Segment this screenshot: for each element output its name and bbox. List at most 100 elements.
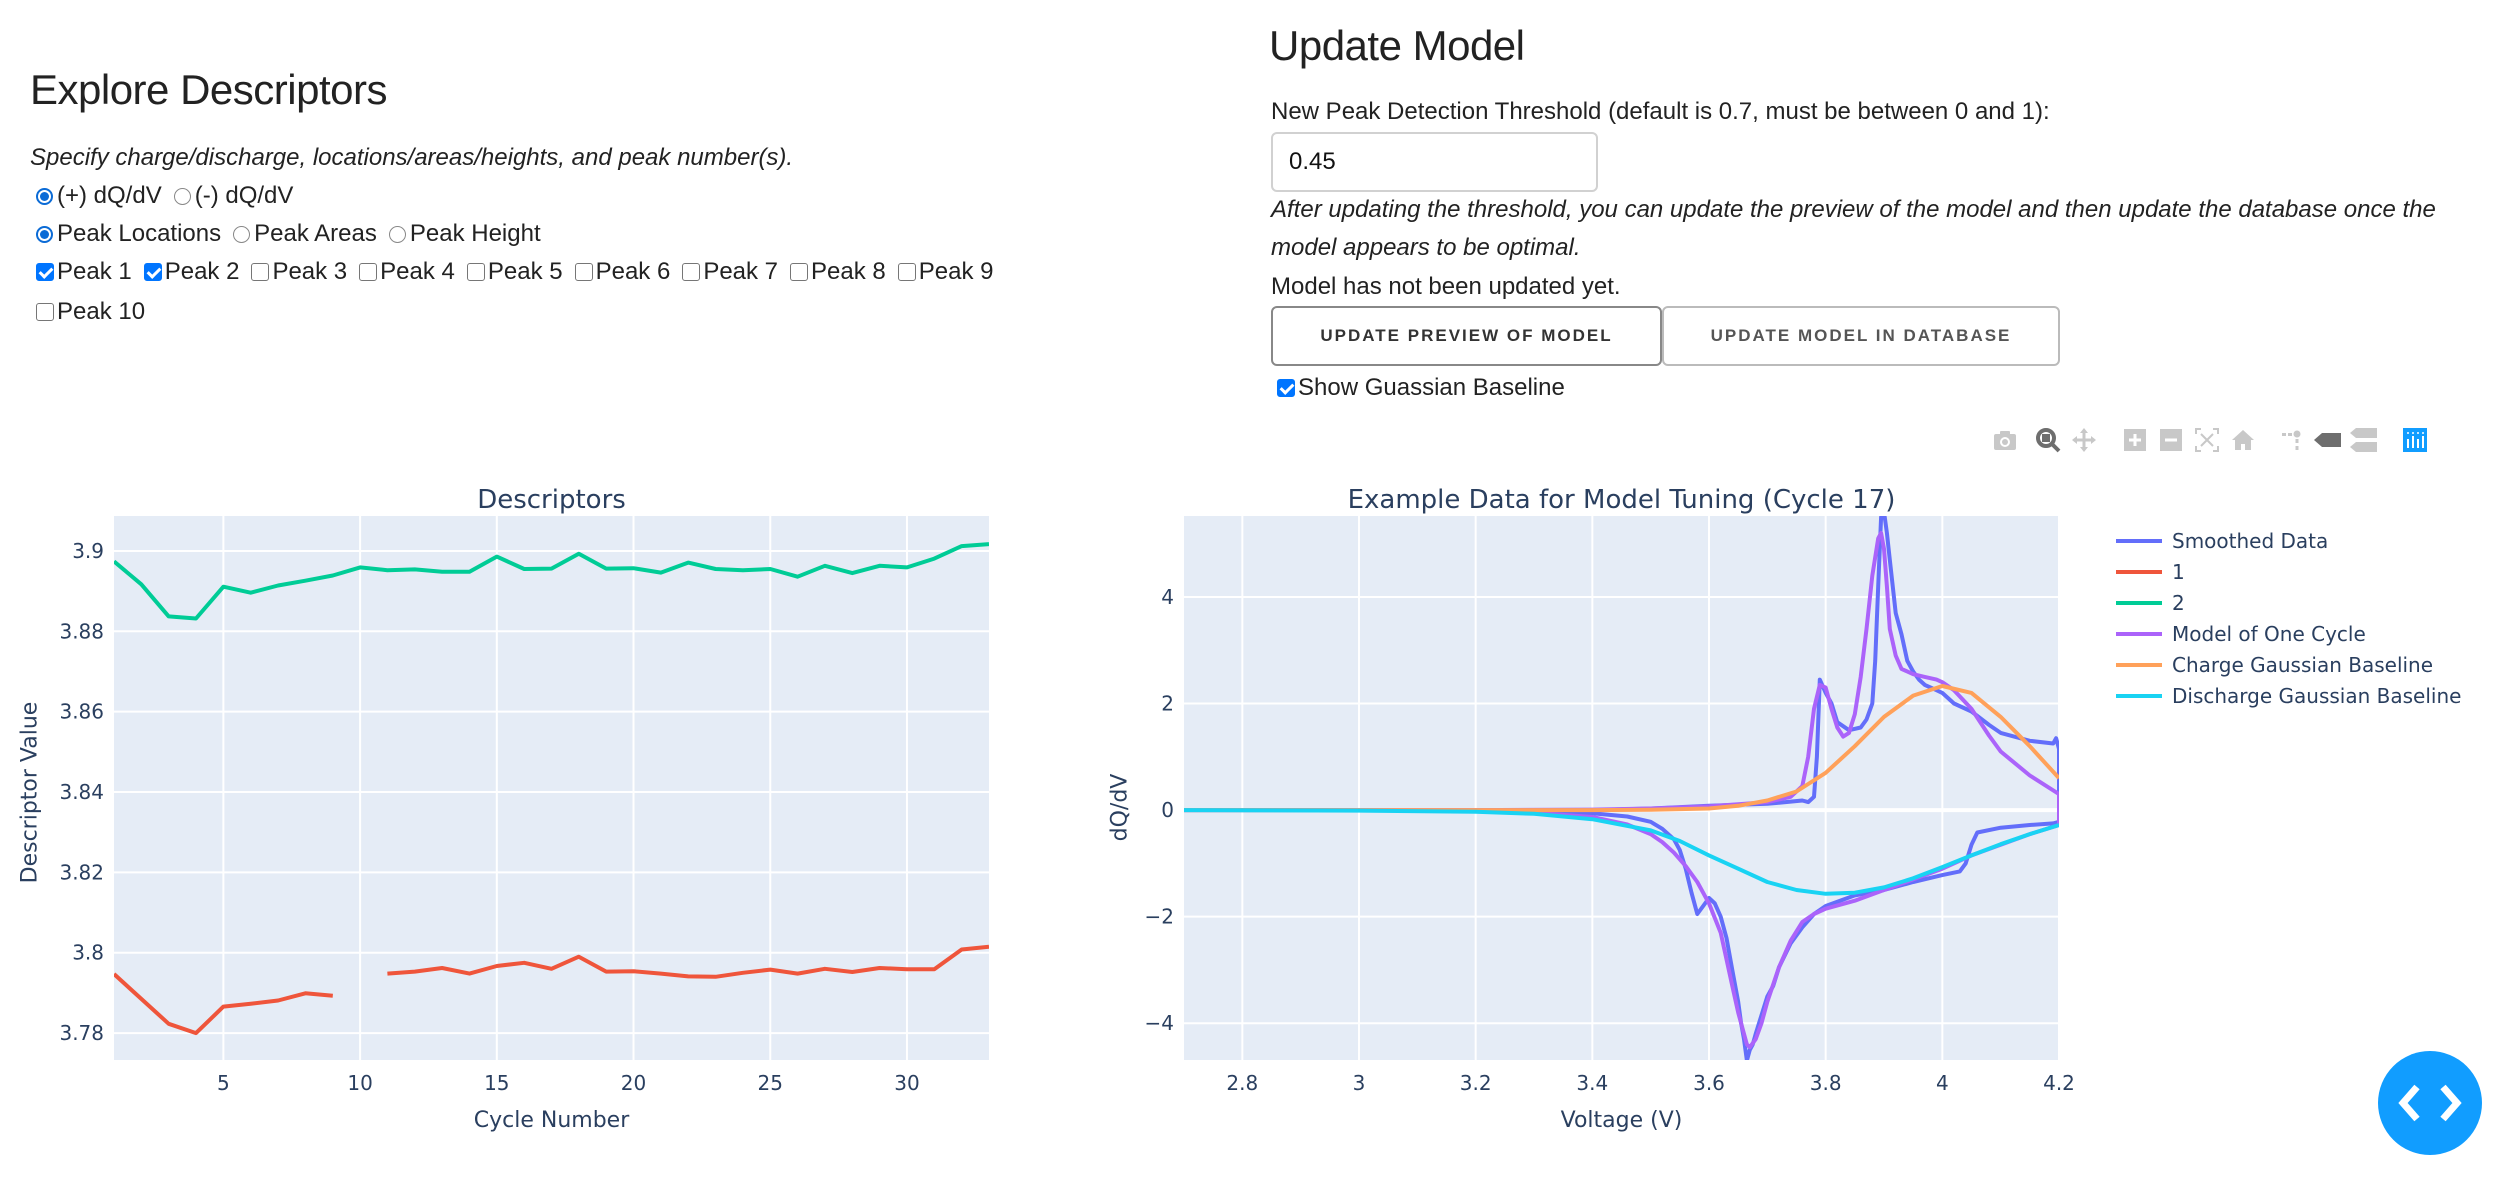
- legend-item[interactable]: Smoothed Data: [2116, 525, 2461, 556]
- checkbox-control[interactable]: [466, 263, 485, 281]
- legend-item[interactable]: Discharge Gaussian Baseline: [2116, 680, 2461, 711]
- spike-lines-icon[interactable]: [2277, 425, 2307, 455]
- legend-item[interactable]: 2: [2116, 587, 2461, 618]
- radio-negative-dqdv-control[interactable]: [173, 187, 191, 205]
- legend-swatch: [2116, 600, 2162, 605]
- legend-swatch: [2116, 631, 2162, 636]
- example-data-chart: Example Data for Model Tuning (Cycle 17)…: [1090, 470, 2510, 1184]
- legend-item[interactable]: Charge Gaussian Baseline: [2116, 649, 2461, 680]
- checkbox-control[interactable]: [897, 263, 916, 281]
- explore-descriptors-panel: Explore Descriptors: [30, 66, 387, 114]
- y-tick-label: 2: [1161, 692, 1174, 716]
- checkbox-control[interactable]: [1277, 379, 1295, 397]
- hover-compare-icon[interactable]: [2349, 425, 2379, 455]
- checkbox-label: Peak 8: [811, 258, 886, 285]
- checkbox-peak-9[interactable]: Peak 9: [892, 253, 994, 291]
- radio-label: (-) dQ/dV: [194, 182, 294, 209]
- radio-label: Peak Areas: [254, 220, 377, 247]
- plot-background: [114, 516, 989, 1060]
- zoom-icon[interactable]: [2033, 425, 2063, 455]
- descriptors-plot[interactable]: 5 10 15 20 25 30 3.78 3.8 3.82 3.84 3.86 3.88 3.9: [0, 470, 1090, 1184]
- checkbox-control[interactable]: [682, 263, 701, 281]
- checkbox-label: Peak 1: [57, 258, 132, 285]
- y-tick-label: 0: [1161, 798, 1174, 822]
- radio-label: (+) dQ/dV: [57, 182, 162, 209]
- checkbox-label: Peak 7: [703, 258, 779, 285]
- checkbox-label: Peak 3: [272, 258, 348, 285]
- autoscale-icon[interactable]: [2192, 425, 2222, 455]
- dev-tools-button[interactable]: [2378, 1051, 2482, 1155]
- legend-label: 2: [2172, 590, 2185, 615]
- checkbox-peak-1[interactable]: Peak 1: [30, 253, 132, 291]
- radio-peak-areas-control[interactable]: [233, 225, 251, 243]
- radio-positive-dqdv-control[interactable]: [36, 187, 53, 205]
- threshold-label: New Peak Detection Threshold (default is…: [1271, 98, 2050, 125]
- checkbox-control[interactable]: [36, 263, 54, 281]
- hover-closest-icon[interactable]: [2313, 425, 2343, 455]
- y-tick-label: −4: [1145, 1011, 1174, 1035]
- radio-peak-height-control[interactable]: [388, 225, 406, 243]
- x-tick-label: 15: [484, 1071, 509, 1095]
- reset-axes-icon[interactable]: [2228, 425, 2258, 455]
- x-tick-label: 20: [621, 1071, 646, 1095]
- y-tick-label: 3.8: [72, 941, 104, 965]
- update-model-title: Update Model: [1269, 22, 1525, 69]
- descriptor-radio-group: Peak Locations Peak Areas Peak Height: [30, 215, 547, 255]
- example-data-plot[interactable]: 2.8 3 3.2 3.4 3.6 3.8 4 4.2 −4 −2 0 2 4: [1090, 470, 2090, 1184]
- zoom-out-icon[interactable]: [2156, 425, 2186, 455]
- radio-peak-locations[interactable]: Peak Locations: [30, 215, 221, 253]
- checkbox-label: Peak 10: [57, 298, 146, 325]
- update-database-button[interactable]: UPDATE MODEL IN DATABASE: [1662, 306, 2060, 366]
- checkbox-control[interactable]: [143, 263, 162, 281]
- zoom-in-icon[interactable]: [2120, 425, 2150, 455]
- legend-item[interactable]: 1: [2116, 556, 2461, 587]
- x-tick-label: 2.8: [1226, 1071, 1258, 1095]
- checkbox-peak-5[interactable]: Peak 5: [461, 253, 563, 291]
- legend-item[interactable]: Model of One Cycle: [2116, 618, 2461, 649]
- checkbox-control[interactable]: [36, 303, 54, 321]
- radio-peak-locations-control[interactable]: [36, 225, 53, 243]
- checkbox-label: Peak 9: [918, 258, 994, 285]
- show-baseline-checkbox[interactable]: Show Guassian Baseline: [1271, 369, 1565, 407]
- plotly-logo-icon[interactable]: [2400, 425, 2430, 455]
- checkbox-peak-8[interactable]: Peak 8: [784, 253, 886, 291]
- checkbox-control[interactable]: [251, 263, 270, 281]
- radio-peak-height[interactable]: Peak Height: [383, 215, 541, 253]
- y-tick-label: 3.86: [59, 700, 104, 724]
- descriptors-xlabel: Cycle Number: [473, 1108, 630, 1133]
- explore-instructions: Specify charge/discharge, locations/area…: [30, 144, 794, 171]
- checkbox-peak-7[interactable]: Peak 7: [676, 253, 778, 291]
- update-status-text: Model has not been updated yet.: [1271, 273, 1621, 300]
- radio-positive-dqdv[interactable]: (+) dQ/dV: [30, 177, 162, 215]
- checkbox-peak-4[interactable]: Peak 4: [353, 253, 455, 291]
- x-tick-label: 10: [347, 1071, 372, 1095]
- legend-swatch: [2116, 538, 2162, 543]
- checkbox-label: Show Guassian Baseline: [1298, 374, 1565, 401]
- y-tick-label: 3.88: [59, 619, 104, 643]
- legend-label: 1: [2172, 559, 2185, 584]
- pan-icon[interactable]: [2069, 425, 2099, 455]
- legend-label: Charge Gaussian Baseline: [2172, 652, 2434, 677]
- direction-radio-group: (+) dQ/dV (-) dQ/dV: [30, 177, 299, 217]
- checkbox-peak-3[interactable]: Peak 3: [245, 253, 347, 291]
- checkbox-peak-10[interactable]: Peak 10: [30, 293, 145, 331]
- plot-modebar: [1987, 425, 2433, 455]
- legend-swatch: [2116, 569, 2162, 574]
- x-tick-label: 4: [1936, 1071, 1949, 1095]
- y-tick-label: −2: [1145, 905, 1174, 929]
- checkbox-label: Peak 6: [595, 258, 671, 285]
- checkbox-control[interactable]: [790, 263, 809, 281]
- x-tick-label: 5: [217, 1071, 230, 1095]
- radio-negative-dqdv[interactable]: (-) dQ/dV: [168, 177, 294, 215]
- checkbox-control[interactable]: [359, 263, 378, 281]
- checkbox-peak-6[interactable]: Peak 6: [569, 253, 671, 291]
- threshold-input[interactable]: [1271, 132, 1598, 192]
- update-preview-button[interactable]: UPDATE PREVIEW OF MODEL: [1271, 306, 1662, 366]
- radio-peak-areas[interactable]: Peak Areas: [227, 215, 377, 253]
- checkbox-control[interactable]: [574, 263, 593, 281]
- camera-icon[interactable]: [1990, 425, 2020, 455]
- peak-checkbox-group: Peak 1 Peak 2 Peak 3 Peak 4 Peak 5 Peak 6 Peak…: [30, 253, 1030, 333]
- x-tick-label: 3.2: [1460, 1071, 1492, 1095]
- y-tick-label: 3.9: [72, 539, 104, 563]
- checkbox-peak-2[interactable]: Peak 2: [138, 253, 239, 291]
